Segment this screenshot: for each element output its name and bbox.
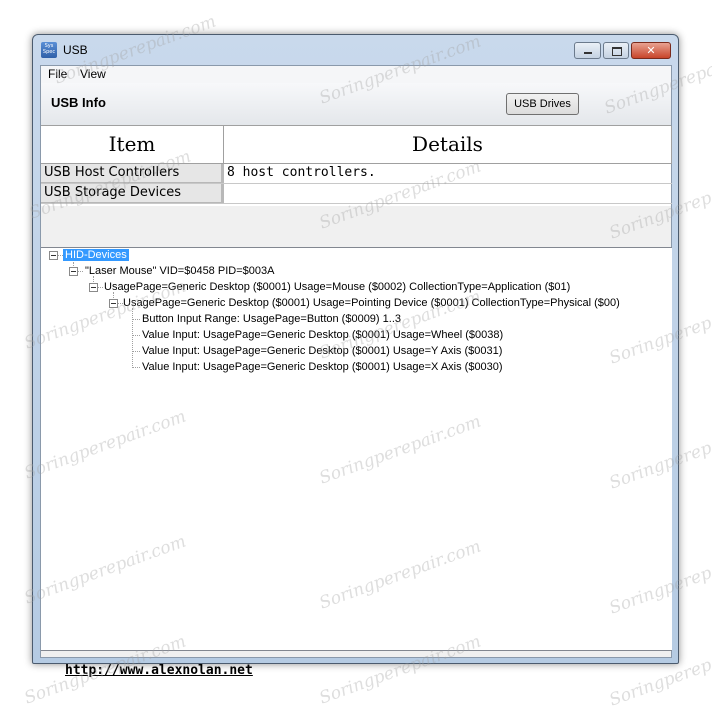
tree-connector — [132, 335, 140, 336]
row-item-cell[interactable]: USB Storage Devices — [41, 184, 224, 203]
menu-view[interactable]: View — [80, 67, 106, 81]
app-icon: Sys Spec — [41, 42, 57, 58]
row-item-cell[interactable]: USB Host Controllers — [41, 164, 224, 183]
maximize-icon — [612, 47, 622, 56]
tree-node-collection[interactable]: UsagePage=Generic Desktop ($0001) Usage=… — [123, 297, 620, 309]
tree-node-device[interactable]: "Laser Mouse" VID=$0458 PID=$003A — [85, 265, 274, 277]
usb-drives-button[interactable]: USB Drives — [506, 93, 579, 115]
table-row[interactable]: USB Host Controllers 8 host controllers. — [41, 164, 672, 184]
maximize-button[interactable] — [603, 42, 629, 59]
collapse-icon[interactable] — [49, 251, 58, 260]
collapse-icon[interactable] — [69, 267, 78, 276]
minimize-button[interactable] — [574, 42, 601, 59]
tree-node-leaf[interactable]: Button Input Range: UsagePage=Button ($0… — [142, 313, 401, 325]
tree-node-root[interactable]: HID-Devices — [63, 249, 129, 261]
collapse-icon[interactable] — [89, 283, 98, 292]
page-title: USB Info — [51, 95, 106, 110]
row-details-cell[interactable] — [224, 184, 672, 203]
tree-node-collection[interactable]: UsagePage=Generic Desktop ($0001) Usage=… — [104, 281, 570, 293]
tree-connector — [132, 351, 140, 352]
hid-tree-view[interactable]: HID-Devices "Laser Mouse" VID=$0458 PID=… — [41, 247, 672, 651]
collapse-icon[interactable] — [109, 299, 118, 308]
column-header-details[interactable]: Details — [224, 126, 672, 164]
minimize-icon — [584, 52, 592, 54]
window-title: USB — [63, 43, 88, 57]
column-header-item[interactable]: Item — [41, 126, 224, 164]
website-link[interactable]: http://www.alexnolan.net — [65, 663, 253, 678]
menu-bar: File View — [41, 66, 671, 84]
close-button[interactable]: ✕ — [631, 42, 671, 59]
tree-node-leaf[interactable]: Value Input: UsagePage=Generic Desktop (… — [142, 329, 503, 341]
title-bar[interactable]: Sys Spec USB ✕ — [33, 35, 678, 63]
tree-connector — [132, 308, 133, 368]
client-area: File View USB Info USB Drives Item Detai… — [40, 65, 672, 678]
usb-window: Sys Spec USB ✕ File View USB Info USB Dr… — [32, 34, 679, 678]
tree-node-label: HID-Devices — [63, 249, 129, 261]
table-row[interactable]: USB Storage Devices — [41, 184, 672, 204]
tree-connector — [132, 319, 140, 320]
tree-connector — [132, 367, 140, 368]
header-panel: USB Info USB Drives — [41, 83, 671, 125]
close-icon: ✕ — [646, 44, 656, 57]
menu-file[interactable]: File — [48, 67, 67, 81]
tree-node-leaf[interactable]: Value Input: UsagePage=Generic Desktop (… — [142, 361, 503, 373]
row-details-cell[interactable]: 8 host controllers. — [224, 164, 672, 183]
tree-node-leaf[interactable]: Value Input: UsagePage=Generic Desktop (… — [142, 345, 502, 357]
info-grid: Item Details USB Host Controllers 8 host… — [41, 125, 672, 206]
